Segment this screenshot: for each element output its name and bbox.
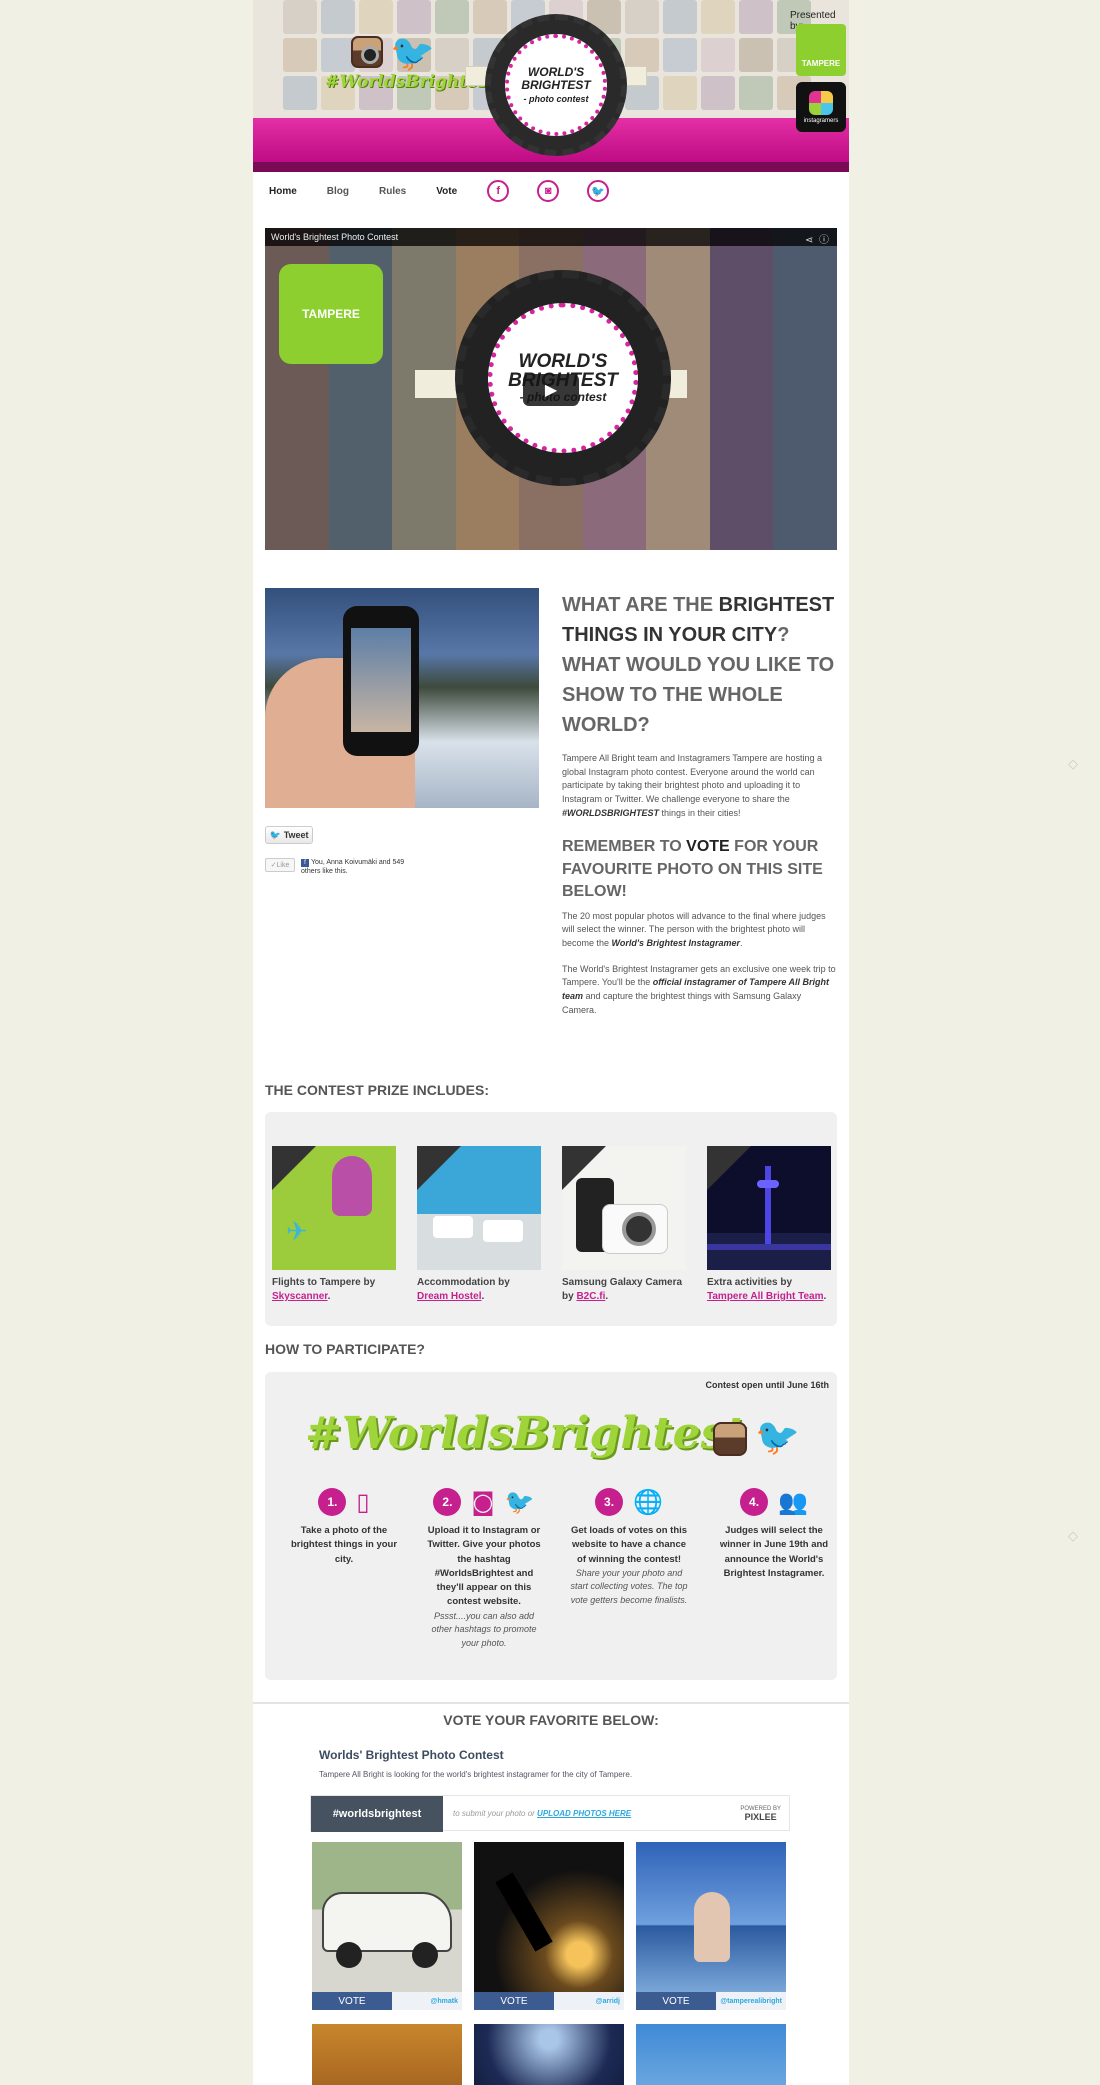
prize-box: ✈ Flights to Tampere by Skyscanner. Acco… (265, 1112, 837, 1326)
like-button[interactable]: ✓ Like (265, 858, 295, 872)
vote-button[interactable]: VOTE (474, 1992, 554, 2010)
lake-photo[interactable] (636, 1842, 786, 1992)
photo-card: VOTE @hmatk (312, 1842, 462, 2012)
vote-section-title: VOTE YOUR FAVORITE BELOW: (443, 1712, 659, 1728)
site-header: 🐦 #WorldsBrightest WORLD'S BRIGHTEST - p… (253, 0, 849, 172)
facebook-like-widget: ✓ Like f You, Anna Koivumäki and 549 othe… (265, 858, 411, 877)
car-photo[interactable] (312, 1842, 462, 1992)
instagramers-flower-icon (809, 90, 833, 115)
scroll-arrow-icon[interactable]: ◇ (1068, 756, 1082, 771)
photo-card (312, 2024, 462, 2085)
facebook-icon: f (301, 859, 309, 867)
contest-deadline: Contest open until June 16th (705, 1380, 829, 1390)
intro-paragraph: Tampere All Bright team and Instagramers… (562, 753, 822, 818)
phone-illustration (343, 606, 419, 756)
nav-vote[interactable]: Vote (436, 186, 457, 197)
vote-button[interactable]: VOTE (636, 1992, 716, 2010)
scroll-arrow-icon[interactable]: ◇ (1068, 1528, 1082, 1543)
contest-badge-logo[interactable]: WORLD'S BRIGHTEST - photo contest (485, 14, 627, 156)
twitter-bird-icon: 🐦 (390, 33, 435, 74)
nav-blog[interactable]: Blog (327, 186, 349, 197)
photo-handle[interactable]: @tamperealibright (716, 1998, 786, 2005)
facebook-icon[interactable]: f (487, 180, 510, 202)
photo-handle[interactable]: @hmatk (392, 1998, 462, 2005)
upload-photos-link[interactable]: UPLOAD PHOTOS HERE (537, 1809, 631, 1818)
tweet-button[interactable]: 🐦 Tweet (265, 826, 313, 844)
intro-text: WHAT ARE THE BRIGHTEST THINGS IN YOUR CI… (562, 590, 838, 1017)
dream-hostel-link[interactable]: Dream Hostel (417, 1291, 481, 1302)
tampere-night-image (707, 1146, 831, 1270)
vote-button[interactable]: VOTE (312, 1992, 392, 2010)
instagram-icon (713, 1422, 747, 1456)
skyscanner-link[interactable]: Skyscanner (272, 1291, 328, 1302)
video-tampere-logo: TAMPERE (279, 264, 383, 364)
intro-heading: WHAT ARE THE BRIGHTEST THINGS IN YOUR CI… (562, 594, 835, 736)
nav-home[interactable]: Home (269, 186, 297, 197)
widget-title: Worlds' Brightest Photo Contest (319, 1748, 504, 1762)
phone-photo-image (265, 588, 539, 808)
photo-card (474, 2024, 624, 2085)
photo-card: VOTE @arridj (474, 1842, 624, 2012)
hashtag-button[interactable]: #worldsbrightest (311, 1796, 443, 1832)
instagram-icon: ◙ (471, 1488, 495, 1516)
participate-section-title: HOW TO PARTICIPATE? (265, 1341, 425, 1357)
photo-handle[interactable]: @arridj (554, 1998, 624, 2005)
pixlee-logo[interactable]: POWERED BY PIXLEE (740, 1806, 781, 1822)
twitter-bird-icon: 🐦 (755, 1417, 800, 1458)
share-icon[interactable]: ⋖ (805, 235, 813, 246)
instagram-icon[interactable]: ◙ (537, 180, 560, 202)
play-button[interactable]: ▶ (523, 374, 579, 406)
twitter-bird-icon: 🐦 (269, 829, 281, 840)
prize-paragraph: The World's Brightest Instagramer gets a… (562, 963, 836, 1015)
smartphone-icon: ▯ (356, 1488, 370, 1516)
judges-group-icon: 👥 (778, 1488, 808, 1516)
big-hashtag: #WorldsBrightest (305, 1408, 746, 1459)
finalists-paragraph: The 20 most popular photos will advance … (562, 910, 826, 948)
twitter-icon[interactable]: 🐦 (587, 180, 610, 202)
winter-photo[interactable] (636, 2024, 786, 2085)
autumn-photo[interactable] (312, 2024, 462, 2085)
widget-toolbar: #worldsbrightest to submit your photo or… (310, 1795, 790, 1832)
samsung-camera-image (562, 1146, 686, 1270)
prize-section-title: THE CONTEST PRIZE INCLUDES: (265, 1082, 490, 1098)
night-sky-photo[interactable] (474, 2024, 624, 2085)
photo-card (636, 2024, 786, 2085)
step-4: 4. 👥 Judges will select the winner in Jun… (719, 1488, 829, 1579)
step-3: 3. 🌐 Get loads of votes on this website t… (570, 1488, 688, 1605)
tampere-logo[interactable]: TAMPERE (796, 24, 846, 76)
like-count-text: You, Anna Koivumäki and 549 others like … (301, 859, 405, 876)
participate-box: Contest open until June 16th #WorldsBrig… (265, 1372, 837, 1680)
prize-item-activities: Extra activities by Tampere All Bright T… (707, 1146, 831, 1304)
step-2: 2. ◙ 🐦 Upload it to Instagram or Twitter. … (427, 1488, 541, 1648)
instagramers-logo[interactable]: instagramers (796, 82, 846, 132)
video-player[interactable]: World's Brightest Photo Contest ⋖ ⓘ TAMP… (265, 228, 837, 550)
step-1: 1. ▯ Take a photo of the brightest things… (290, 1488, 398, 1565)
prize-item-flights: ✈ Flights to Tampere by Skyscanner. (272, 1146, 396, 1304)
video-title-bar: World's Brightest Photo Contest ⋖ ⓘ (265, 228, 837, 246)
main-nav: Home Blog Rules Vote f ◙ 🐦 (269, 180, 637, 202)
widget-subtitle: Tampere All Bright is looking for the wo… (319, 1770, 633, 1779)
tampere-all-bright-link[interactable]: Tampere All Bright Team (707, 1291, 824, 1302)
airplane-icon: ✈ (286, 1216, 308, 1246)
video-title: World's Brightest Photo Contest (271, 232, 399, 242)
instagram-icon (351, 36, 383, 68)
flights-map-image: ✈ (272, 1146, 396, 1270)
prize-item-camera: Samsung Galaxy Camera by B2C.fi. (562, 1146, 686, 1304)
photo-card: VOTE @tamperealibright (636, 1842, 786, 2012)
globe-icon: 🌐 (633, 1488, 663, 1516)
vote-reminder-heading: REMEMBER TO VOTE FOR YOUR FAVOURITE PHOT… (562, 838, 823, 901)
silhouette-photo[interactable] (474, 1842, 624, 1992)
prize-item-accommodation: Accommodation by Dream Hostel. (417, 1146, 541, 1304)
hostel-image (417, 1146, 541, 1270)
page: 🐦 #WorldsBrightest WORLD'S BRIGHTEST - p… (253, 0, 849, 2085)
twitter-bird-icon: 🐦 (504, 1488, 535, 1516)
nav-rules[interactable]: Rules (379, 186, 406, 197)
info-icon[interactable]: ⓘ (819, 235, 829, 246)
b2c-link[interactable]: B2C.fi (576, 1291, 605, 1302)
